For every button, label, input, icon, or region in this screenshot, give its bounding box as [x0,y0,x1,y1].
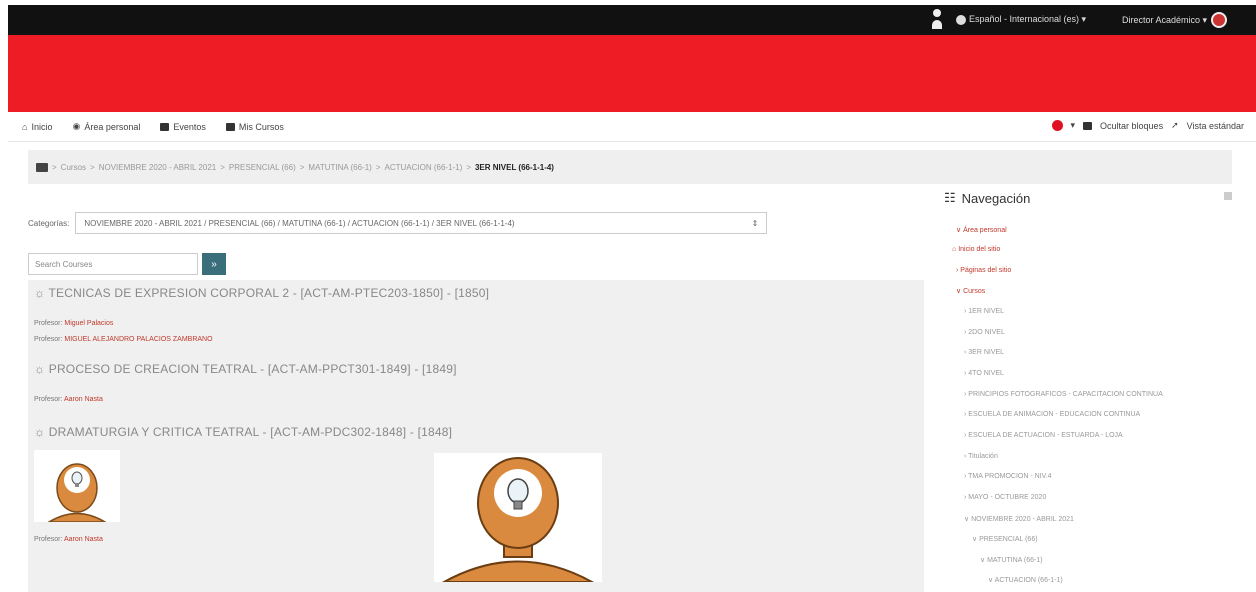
user-icon[interactable] [930,9,944,31]
collapse-block-icon[interactable] [1224,192,1232,200]
search-button[interactable]: » [202,253,226,275]
course-title-link[interactable]: ☼ TECNICAS DE EXPRESION CORPORAL 2 - [AC… [34,286,489,300]
nav-item-label: Mis Cursos [238,121,284,132]
course-icon: ☼ [34,362,49,376]
nav-tree-item[interactable]: ∨ Cursos [956,287,985,295]
avatar [1211,12,1228,28]
navigation-title-text: Navegación [961,190,1031,206]
nav-tree-item[interactable]: › ESCUELA DE ACTUACION - ESTUARDA - LOJA [964,432,1123,439]
folder-icon [36,162,48,172]
nav-item-my-courses[interactable]: Mis Cursos [225,121,284,132]
course-list: ☼ TECNICAS DE EXPRESION CORPORAL 2 - [AC… [28,280,924,592]
nav-tree-item[interactable]: › PRINCIPIOS FOTOGRAFICOS - CAPACITACION… [964,391,1163,398]
nav-tree-item[interactable]: › 1ER NIVEL [964,308,1004,315]
blocks-icon [1083,121,1093,130]
main-navbar: ⌂ Inicio ◉ Área personal Eventos Mis Cur… [8,112,1256,142]
course-teacher: Profesor: Miguel Palacios [34,320,113,327]
breadcrumb-item[interactable]: PRESENCIAL (66) [229,163,296,172]
teacher-name-link[interactable]: Miguel Palacios [64,320,113,327]
course-title-text: TECNICAS DE EXPRESION CORPORAL 2 - [ACT-… [48,286,490,300]
navigation-title: ☷ Navegación [944,190,1244,206]
nav-tree-item[interactable]: › 2DO NIVEL [964,329,1005,336]
course-icon: ☼ [34,425,49,439]
site-banner [8,35,1256,112]
nav-tree-item[interactable]: ∨ ACTUACION (66-1-1) [988,576,1063,584]
category-label: Categorías: [28,218,70,228]
nav-tree-item[interactable]: › 3ER NIVEL [964,349,1004,356]
teacher-label: Profesor: [34,320,63,327]
chevron-down-icon[interactable]: ▾ [1071,120,1076,131]
breadcrumb-item[interactable]: ACTUACION (66-1-1) [385,163,463,172]
nav-tree-item-home[interactable]: ⌂ Inicio del sitio [952,246,1000,253]
teacher-label: Profesor: [34,396,63,403]
nav-item-events[interactable]: Eventos [160,122,206,132]
calendar-icon [160,122,170,131]
gear-icon[interactable] [1051,120,1063,131]
nav-item-label: Área personal [84,121,141,132]
course-teacher: Profesor: MIGUEL ALEJANDRO PALACIOS ZAMB… [34,336,213,343]
teacher-label: Profesor: [34,536,63,543]
nav-tree-item[interactable]: › 4TO NIVEL [964,370,1004,377]
breadcrumb-separator: > [220,162,225,172]
breadcrumb-separator: > [375,162,381,172]
breadcrumb-separator: > [90,162,95,172]
user-menu[interactable]: Director Académico ▾ [1122,12,1228,28]
nav-tree-item[interactable]: ∨ Área personal [956,226,1007,234]
nav-tree-item-label: Inicio del sitio [958,246,1001,253]
hide-blocks-button[interactable]: Ocultar bloques [1100,121,1163,131]
nav-item-dashboard[interactable]: ◉ Área personal [72,121,140,132]
course-title-text: DRAMATURGIA Y CRITICA TEATRAL - [ACT-AM-… [48,425,453,439]
standard-view-button[interactable]: Vista estándar [1187,121,1244,131]
course-title-link[interactable]: ☼ PROCESO DE CREACION TEATRAL - [ACT-AM-… [34,362,457,376]
globe-icon [956,14,966,25]
top-bar: Español - Internacional (es) ▾ Director … [8,5,1256,35]
user-menu-label: Director Académico ▾ [1122,14,1208,25]
breadcrumb-current: 3ER NIVEL (66-1-1-4) [474,162,554,172]
course-image-thumbnail [34,450,120,523]
nav-item-label: Eventos [173,121,206,132]
nav-tree-item[interactable]: ∨ NOVIEMBRE 2020 - ABRIL 2021 [964,515,1074,523]
teacher-name-link[interactable]: Aaron Nasta [64,396,103,403]
course-title-link[interactable]: ☼ DRAMATURGIA Y CRITICA TEATRAL - [ACT-A… [34,425,452,439]
select-arrows-icon: ⇕ [751,218,759,228]
breadcrumb-item[interactable]: Cursos [61,163,86,172]
course-teacher: Profesor: Aaron Nasta [34,536,103,543]
teacher-name-link[interactable]: Aaron Nasta [64,536,103,543]
dashboard-icon: ◉ [72,121,81,131]
nav-item-home[interactable]: ⌂ Inicio [22,122,52,132]
breadcrumb-separator: > [299,162,305,172]
breadcrumb-item[interactable]: MATUTINA (66-1) [308,163,371,172]
language-menu[interactable]: Español - Internacional (es) ▾ [956,14,1086,25]
category-select[interactable]: NOVIEMBRE 2020 - ABRIL 2021 / PRESENCIAL… [75,212,768,234]
breadcrumb: > Cursos > NOVIEMBRE 2020 - ABRIL 2021 >… [28,150,1232,184]
teacher-name-link[interactable]: MIGUEL ALEJANDRO PALACIOS ZAMBRANO [64,336,212,343]
search-courses-input[interactable]: Search Courses [28,253,198,275]
courses-icon [225,122,235,131]
lightbulb-head-image [46,463,108,523]
nav-item-label: Inicio [31,121,53,132]
language-label: Español - Internacional (es) ▾ [969,14,1087,24]
course-teacher: Profesor: Aaron Nasta [34,396,103,403]
nav-tree-item[interactable]: › TMA PROMOCION - NIV.4 [964,473,1052,480]
nav-tree-item[interactable]: › Páginas del sitio [956,267,1011,274]
home-icon: ⌂ [22,121,28,132]
nav-tree-item[interactable]: ∨ PRESENCIAL (66) [972,535,1038,543]
nav-tree-item[interactable]: ∨ MATUTINA (66-1) [980,556,1043,564]
lightbulb-head-image [440,457,596,583]
breadcrumb-item[interactable]: NOVIEMBRE 2020 - ABRIL 2021 [99,163,217,172]
course-title-text: PROCESO DE CREACION TEATRAL - [ACT-AM-PP… [48,362,457,376]
sitemap-icon: ☷ [944,190,956,205]
course-image-large [434,453,602,583]
breadcrumb-separator: > [466,162,471,172]
course-icon: ☼ [34,286,49,300]
expand-icon: ➚ [1171,120,1179,130]
breadcrumb-separator: > [52,162,57,172]
navigation-block: ☷ Navegación ∨ Área personal ⌂ Inicio de… [944,190,1244,584]
nav-tree-item[interactable]: › ESCUELA DE ANIMACION - EDUCACION CONTI… [964,411,1140,418]
nav-tree-item[interactable]: › MAYO - OCTUBRE 2020 [964,494,1046,501]
category-select-value: NOVIEMBRE 2020 - ABRIL 2021 / PRESENCIAL… [84,218,515,228]
teacher-label: Profesor: [34,336,63,343]
nav-tree-item[interactable]: › Titulación [964,453,998,460]
